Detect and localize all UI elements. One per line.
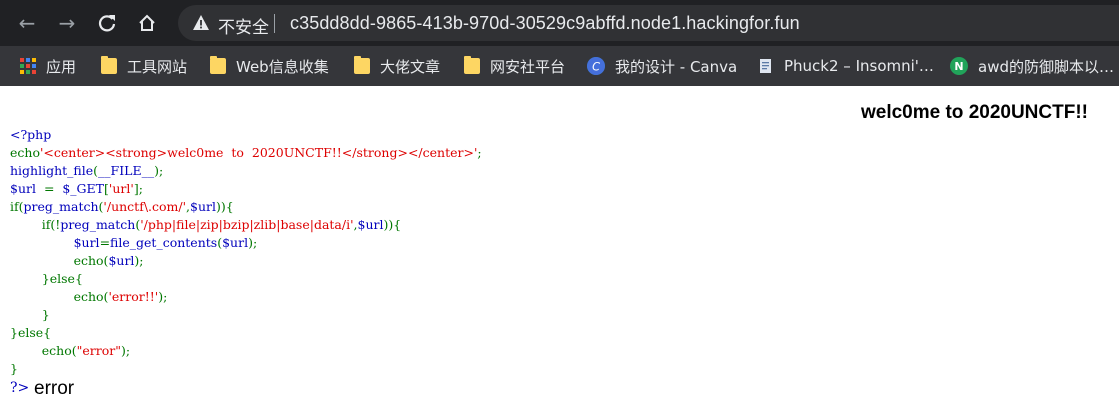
folder-icon (354, 56, 370, 74)
document-icon (760, 59, 771, 73)
code-token: $_GET (62, 181, 105, 196)
code-token: = (99, 235, 111, 250)
code-token: if(! (10, 217, 61, 232)
code-token: $url (10, 181, 44, 196)
n-logo-icon: N (950, 57, 968, 75)
bookmark-awd[interactable]: N awd的防御脚本以… (950, 46, 1114, 86)
code-line: }else{ (10, 270, 482, 288)
code-token: }else{ (10, 271, 83, 286)
code-line: $url = $_GET['url']; (10, 180, 482, 198)
bookmarks-bar: 应用 工具网站 Web信息收集 大佬文章 网安社平台 C 我的设计 - Canv… (0, 46, 1119, 86)
code-line: $url=file_get_contents($url); (10, 234, 482, 252)
browser-toolbar: ← → 不安全 c35dd8dd-9865-413b-970d-30529c9a… (0, 0, 1119, 46)
bookmark-folder-platform[interactable]: 网安社平台 (464, 46, 565, 86)
code-token: '<center><strong>welc0me to 2020UNCTF!!<… (39, 145, 478, 160)
code-line: echo'<center><strong>welc0me to 2020UNCT… (10, 144, 482, 162)
reload-icon[interactable] (95, 11, 119, 35)
apps-grid-icon (20, 58, 36, 74)
code-line: } (10, 306, 482, 324)
bookmark-label: 我的设计 - Canva (615, 57, 738, 76)
code-token: = (43, 181, 63, 196)
error-output: error (34, 378, 75, 399)
bookmark-label: awd的防御脚本以… (978, 57, 1114, 76)
bookmark-phuck2[interactable]: Phuck2 – Insomni'… (758, 46, 934, 86)
bookmark-folder-tools[interactable]: 工具网站 (101, 46, 187, 86)
code-token: echo (10, 145, 40, 160)
bookmark-apps[interactable]: 应用 (20, 46, 76, 86)
code-token: $url (357, 217, 384, 232)
code-line: if(preg_match('/unctf\.com/',$url)){ (10, 198, 482, 216)
code-line: echo('error!!'); (10, 288, 482, 306)
address-bar[interactable]: 不安全 c35dd8dd-9865-413b-970d-30529c9abffd… (178, 5, 1119, 41)
code-token: if( (10, 199, 24, 214)
code-line: } (10, 360, 482, 378)
code-token: ); (158, 289, 168, 304)
code-token: $url (108, 253, 135, 268)
code-token: ]; (133, 181, 143, 196)
bookmark-folder-articles[interactable]: 大佬文章 (354, 46, 440, 86)
bookmark-canva[interactable]: C 我的设计 - Canva (587, 46, 737, 86)
code-token: "error" (76, 343, 121, 358)
svg-text:C: C (592, 61, 600, 74)
url-text[interactable]: c35dd8dd-9865-413b-970d-30529c9abffd.nod… (290, 13, 800, 34)
forward-arrow-icon[interactable]: → (55, 11, 79, 35)
bookmark-label: Web信息收集 (236, 57, 329, 76)
code-token: ); (134, 253, 144, 268)
php-close-tag: ?> (10, 380, 30, 396)
code-line: if(!preg_match('/php|file|zip|bzip|zlib|… (10, 216, 482, 234)
code-token: ); (121, 343, 131, 358)
code-line: }else{ (10, 324, 482, 342)
code-token: } (10, 361, 18, 376)
code-token: echo( (10, 253, 109, 268)
code-token: } (10, 307, 50, 322)
code-line: highlight_file(__FILE__); (10, 162, 482, 180)
code-token: $url (73, 235, 100, 250)
code-token: 'url' (108, 181, 134, 196)
code-token: <?php (10, 127, 52, 142)
bookmark-label: 应用 (46, 57, 77, 76)
bookmark-folder-web-info[interactable]: Web信息收集 (210, 46, 329, 86)
code-line: echo("error"); (10, 342, 482, 360)
warning-icon[interactable] (192, 14, 210, 32)
code-token: )){ (383, 217, 402, 232)
code-token: $url (190, 199, 217, 214)
code-token: 'error!!' (108, 289, 159, 304)
bookmark-label: 大佬文章 (380, 57, 441, 76)
code-token: preg_match (23, 199, 99, 214)
code-token: $url (222, 235, 249, 250)
folder-icon (464, 56, 480, 74)
code-token: preg_match (60, 217, 136, 232)
php-source-code: <?php echo'<center><strong>welc0me to 202… (10, 126, 482, 378)
code-token: ); (248, 235, 258, 250)
svg-text:N: N (954, 60, 963, 73)
code-token: __FILE__ (98, 163, 155, 178)
canva-icon: C (587, 57, 605, 75)
code-line: <?php (10, 126, 482, 144)
folder-icon (101, 56, 117, 74)
welcome-heading: welc0me to 2020UNCTF!! (860, 102, 1088, 123)
divider (274, 14, 275, 33)
code-token: highlight_file (10, 163, 94, 178)
bookmark-label: 工具网站 (127, 57, 188, 76)
code-token: )){ (216, 199, 234, 214)
bookmark-label: Phuck2 – Insomni'… (784, 57, 934, 75)
code-token: ); (154, 163, 164, 178)
back-arrow-icon[interactable]: ← (15, 11, 39, 35)
code-line: echo($url); (10, 252, 482, 270)
bookmark-label: 网安社平台 (490, 57, 566, 76)
insecure-label[interactable]: 不安全 (218, 13, 269, 38)
home-icon[interactable] (135, 11, 159, 35)
folder-icon (210, 56, 226, 74)
code-token: file_get_contents (110, 235, 218, 250)
code-token: ; (477, 145, 482, 160)
code-token: echo( (10, 343, 77, 358)
code-token: }else{ (10, 325, 52, 340)
code-token: '/php|file|zip|bzip|zlib|base|data/i' (140, 217, 354, 232)
code-token: echo( (10, 289, 109, 304)
code-token: '/unctf\.com/' (103, 199, 187, 214)
